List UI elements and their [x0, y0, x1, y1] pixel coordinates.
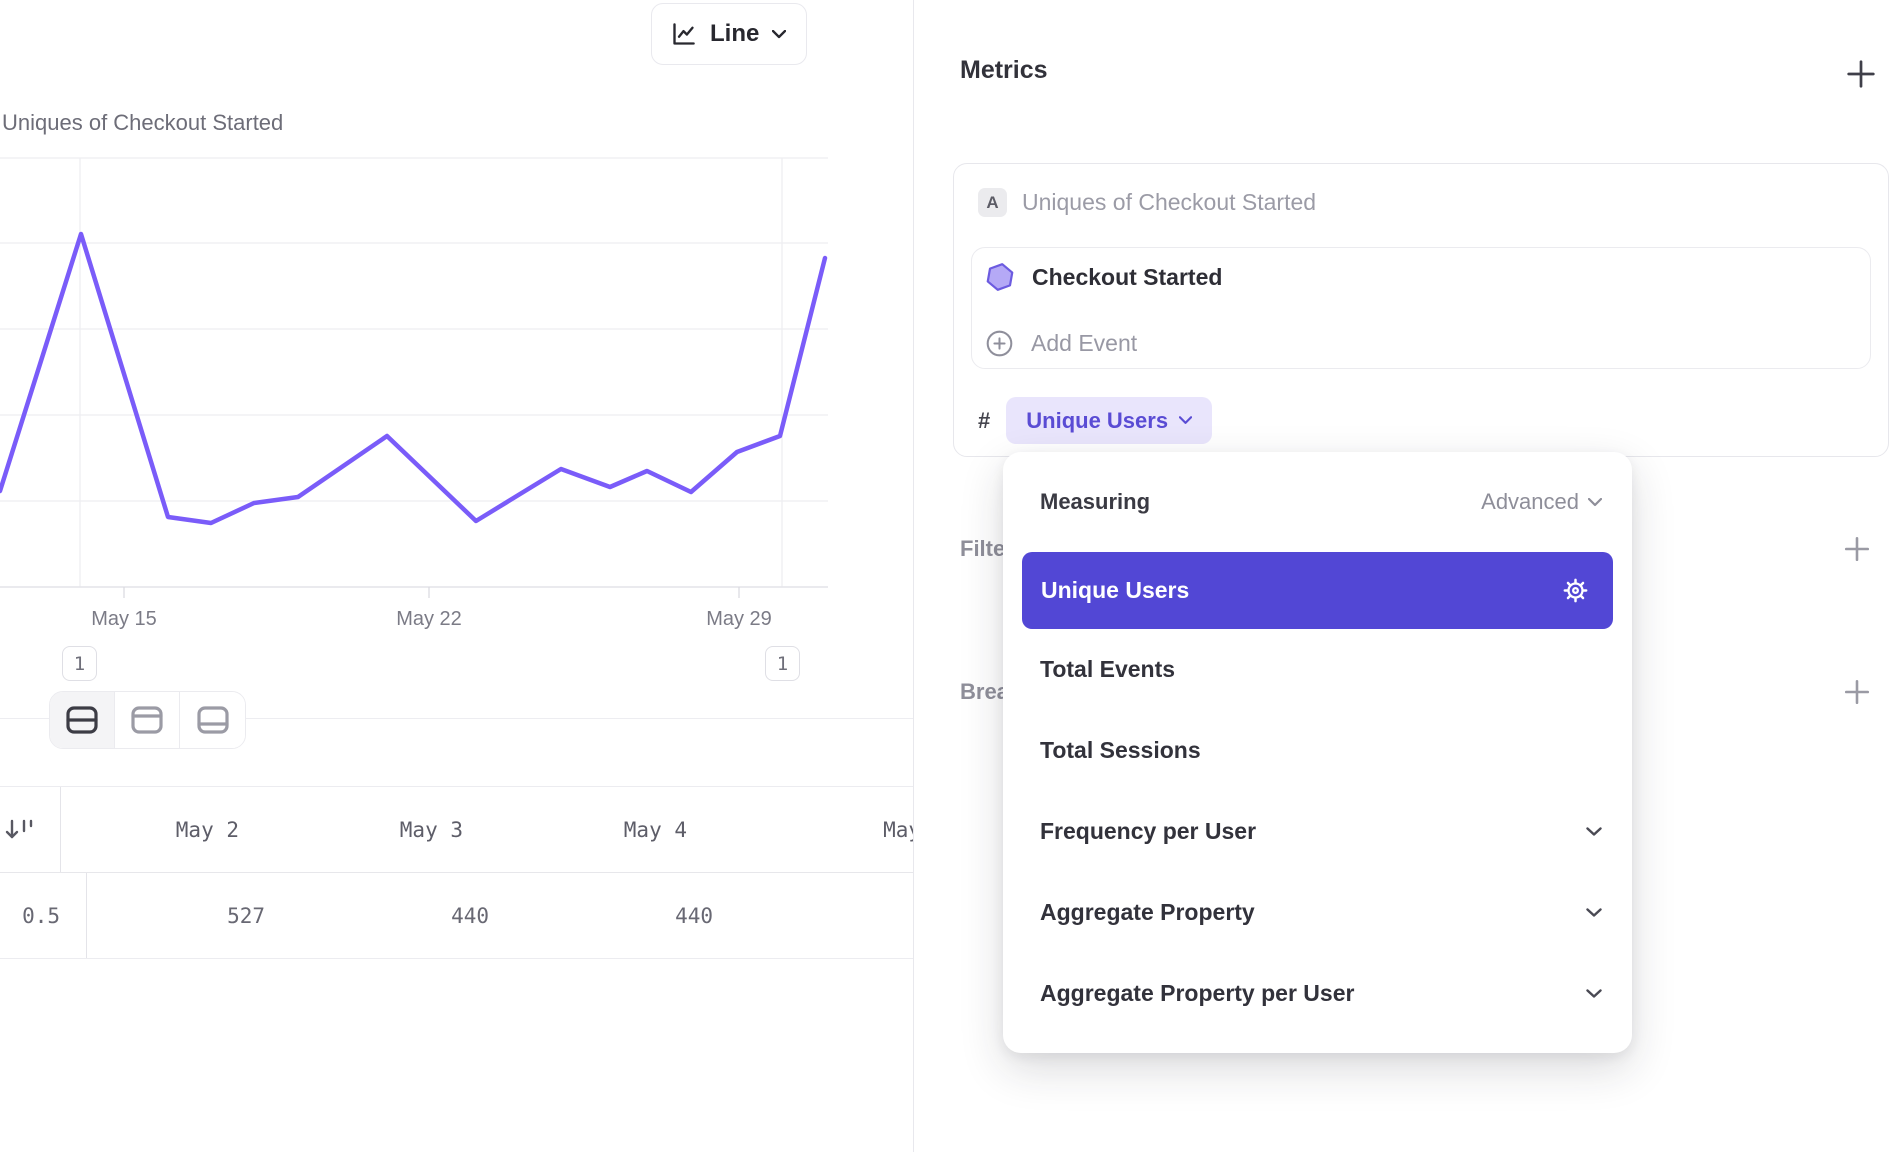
advanced-label: Advanced	[1481, 489, 1579, 515]
metrics-panel-title: Metrics	[960, 56, 1048, 85]
table-header-row: May 2 May 3 May 4 May	[0, 787, 913, 873]
measurement-label: Unique Users	[1026, 408, 1168, 434]
add-filter-button[interactable]	[1843, 535, 1871, 563]
dropdown-option-aggregate-property[interactable]: Aggregate Property	[1003, 872, 1632, 953]
event-row[interactable]: Checkout Started	[985, 262, 1222, 292]
panel-divider	[913, 0, 914, 1152]
table-column-header[interactable]: May 3	[285, 787, 509, 872]
plus-icon	[1845, 58, 1877, 90]
option-label: Total Events	[1040, 656, 1175, 683]
chevron-down-icon	[1588, 498, 1602, 507]
option-label: Frequency per User	[1040, 818, 1256, 845]
plus-icon	[1843, 535, 1871, 563]
x-axis-ticks	[124, 587, 739, 598]
table-cell: 527	[87, 873, 311, 958]
chart-type-button[interactable]: Line	[651, 3, 807, 65]
plus-icon	[1843, 678, 1871, 706]
x-axis-tick-label: May 29	[706, 608, 772, 631]
table-column-header[interactable]: May 2	[61, 787, 285, 872]
table-cell-clipped: 0.5	[0, 873, 87, 958]
advanced-mode-toggle[interactable]: Advanced	[1481, 489, 1602, 515]
table-only-view-icon	[196, 705, 230, 735]
table-row: 0.5 527 440 440 51	[0, 873, 913, 958]
chart-type-label: Line	[710, 20, 759, 48]
option-label: Aggregate Property per User	[1040, 980, 1354, 1007]
chevron-down-icon	[1586, 908, 1602, 918]
chevron-down-icon	[1179, 416, 1192, 425]
layout-toggle	[49, 691, 246, 749]
table-cell: 440	[311, 873, 535, 958]
metric-letter-badge: A	[978, 188, 1007, 217]
split-view-icon	[65, 705, 99, 735]
measurement-row: # Unique Users	[978, 397, 1212, 444]
annotation-badge-2[interactable]: 1	[765, 646, 800, 681]
selected-option-label: Unique Users	[1041, 577, 1189, 604]
measuring-label: Measuring	[1040, 489, 1150, 515]
table-cell: 51	[759, 873, 913, 958]
metric-card-a: A Uniques of Checkout Started Checkout S…	[953, 163, 1889, 457]
add-metric-button[interactable]	[1845, 58, 1877, 90]
measuring-dropdown: Measuring Advanced Unique Users	[1003, 452, 1632, 1053]
metric-name: Uniques of Checkout Started	[1022, 189, 1316, 216]
annotation-badge-1[interactable]: 1	[62, 646, 97, 681]
sort-descending-icon	[5, 818, 35, 842]
line-chart[interactable]	[0, 157, 828, 601]
hexagon-event-icon	[985, 262, 1015, 292]
dropdown-option-frequency-per-user[interactable]: Frequency per User	[1003, 791, 1632, 872]
measuring-dropdown-header: Measuring Advanced	[1003, 452, 1632, 552]
chart-only-view-icon	[130, 705, 164, 735]
table-column-header[interactable]: May	[733, 787, 913, 872]
line-chart-icon	[670, 21, 697, 48]
settings-gear-icon[interactable]	[1562, 577, 1589, 604]
chevron-down-icon	[1586, 989, 1602, 999]
table-cell: 440	[535, 873, 759, 958]
x-axis-tick-label: May 22	[396, 608, 462, 631]
chart-line-series-a	[0, 234, 825, 523]
event-box: Checkout Started Add Event	[971, 247, 1871, 369]
chart-title: Uniques of Checkout Started	[2, 110, 283, 136]
add-breakdown-button[interactable]	[1843, 678, 1871, 706]
layout-toggle-table-only[interactable]	[180, 692, 245, 748]
dropdown-option-unique-users[interactable]: Unique Users	[1022, 552, 1613, 629]
insights-report: Line Uniques of Checkout Started	[0, 0, 1898, 1152]
dropdown-option-total-events[interactable]: Total Events	[1003, 629, 1632, 710]
hash-symbol: #	[978, 408, 990, 434]
option-label: Total Sessions	[1040, 737, 1201, 764]
event-name: Checkout Started	[1032, 264, 1222, 291]
add-event-label: Add Event	[1031, 330, 1137, 357]
circle-plus-icon	[986, 330, 1013, 357]
dropdown-option-total-sessions[interactable]: Total Sessions	[1003, 710, 1632, 791]
results-table: May 2 May 3 May 4 May 0.5 527 440 440 51	[0, 786, 913, 959]
add-event-button[interactable]: Add Event	[986, 330, 1137, 357]
sort-column-header[interactable]	[0, 787, 61, 872]
layout-toggle-split-view[interactable]	[50, 692, 115, 748]
dropdown-option-aggregate-property-per-user[interactable]: Aggregate Property per User	[1003, 953, 1632, 1034]
measurement-pill[interactable]: Unique Users	[1006, 397, 1212, 444]
x-axis-tick-label: May 15	[91, 608, 157, 631]
chevron-down-icon	[1586, 827, 1602, 837]
metric-name-row[interactable]: A Uniques of Checkout Started	[978, 188, 1316, 217]
layout-toggle-chart-only[interactable]	[115, 692, 180, 748]
table-column-header[interactable]: May 4	[509, 787, 733, 872]
chevron-down-icon	[772, 30, 786, 39]
option-label: Aggregate Property	[1040, 899, 1255, 926]
